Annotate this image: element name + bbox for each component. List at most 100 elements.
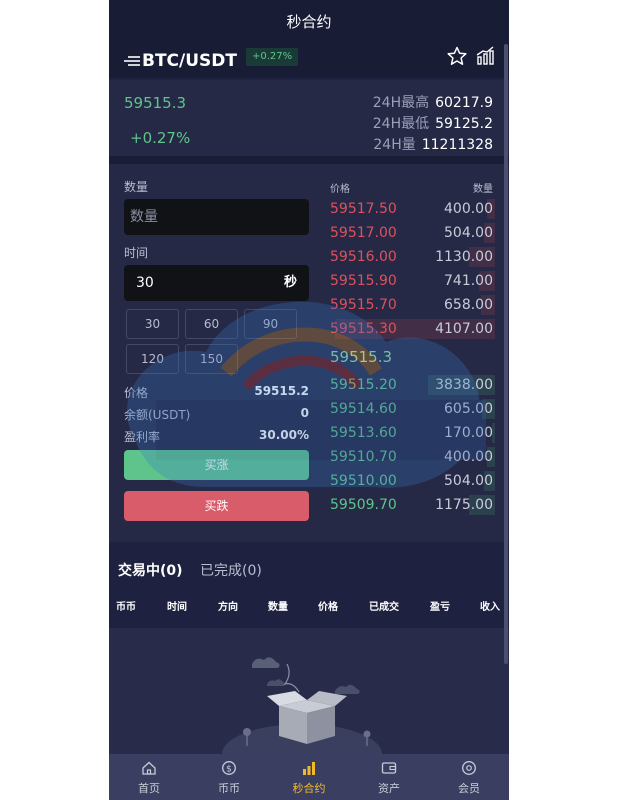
nav-home[interactable]: 首页 bbox=[109, 754, 189, 800]
ask-quantity: 741.00 bbox=[444, 273, 493, 289]
ticker-panel: 59515.3 +0.27% 24H最高 60217.9 24H最低 59125.2… bbox=[109, 80, 509, 156]
col-quantity: 数量 bbox=[268, 602, 288, 613]
buy-up-button[interactable]: 买涨 bbox=[124, 450, 309, 480]
col-coin: 币币 bbox=[116, 602, 136, 613]
time-option-60[interactable]: 60 bbox=[185, 309, 238, 339]
home-icon bbox=[142, 761, 156, 775]
ask-row[interactable]: 59517.50 400.00 bbox=[328, 198, 495, 220]
stat-24h-high-label: 24H最高 bbox=[372, 95, 430, 111]
nav-seconds-contract[interactable]: 秒合约 bbox=[269, 754, 349, 800]
pair-name[interactable]: BTC/USDT bbox=[142, 47, 237, 75]
bid-row[interactable]: 59510.70 400.00 bbox=[328, 446, 495, 468]
stat-24h-low-label: 24H最低 bbox=[372, 116, 430, 132]
balance-label: 余额(USDT) bbox=[124, 408, 191, 422]
balance-value: 0 bbox=[300, 406, 309, 420]
current-price: 59515.3 bbox=[124, 94, 187, 112]
orderbook-qty-header: 数量 bbox=[473, 184, 493, 195]
col-income: 收入 bbox=[480, 602, 500, 613]
profit-rate-row: 盈利率 30.00% bbox=[124, 428, 309, 445]
ask-price: 59515.70 bbox=[330, 297, 397, 313]
orders-empty-state bbox=[109, 628, 509, 756]
stat-24h-high-value: 60217.9 bbox=[435, 95, 493, 111]
bid-price: 59510.00 bbox=[330, 473, 397, 489]
stat-24h-high: 24H最高 60217.9 bbox=[373, 92, 493, 112]
ask-price: 59515.90 bbox=[330, 273, 397, 289]
tab-trading[interactable]: 交易中(0) bbox=[118, 560, 183, 580]
bid-quantity: 504.00 bbox=[444, 473, 493, 489]
pair-bar: BTC/USDT +0.27% bbox=[109, 44, 509, 78]
profit-rate-label: 盈利率 bbox=[124, 430, 161, 444]
price-label: 价格 bbox=[124, 386, 149, 400]
col-time: 时间 bbox=[167, 602, 187, 613]
time-option-90[interactable]: 90 bbox=[244, 309, 297, 339]
bid-price: 59514.60 bbox=[330, 401, 397, 417]
pair-change-badge: +0.27% bbox=[246, 48, 299, 66]
pair-menu-icon[interactable] bbox=[124, 53, 140, 69]
stat-24h-low-value: 59125.2 bbox=[435, 116, 493, 132]
tab-completed[interactable]: 已完成(0) bbox=[200, 560, 262, 580]
ask-quantity: 1130.00 bbox=[435, 249, 493, 265]
ask-row[interactable]: 59517.00 504.00 bbox=[328, 222, 495, 244]
quantity-field-box bbox=[124, 199, 309, 235]
bid-quantity: 3838.00 bbox=[435, 377, 493, 393]
star-icon[interactable] bbox=[447, 46, 467, 66]
time-input[interactable] bbox=[124, 265, 264, 301]
stat-24h-volume-label: 24H量 bbox=[373, 137, 416, 153]
orderbook-price-header: 价格 bbox=[330, 184, 350, 195]
nav-assets[interactable]: 资产 bbox=[349, 754, 429, 800]
bid-quantity: 400.00 bbox=[444, 449, 493, 465]
ask-row[interactable]: 59516.00 1130.00 bbox=[328, 246, 495, 268]
col-price: 价格 bbox=[318, 602, 338, 613]
time-unit: 秒 bbox=[283, 275, 297, 290]
ask-row[interactable]: 59515.70 658.00 bbox=[328, 294, 495, 316]
ask-price: 59517.00 bbox=[330, 225, 397, 241]
price-value: 59515.2 bbox=[254, 384, 309, 398]
nav-seconds-contract-label: 秒合约 bbox=[292, 782, 326, 795]
bid-quantity: 170.00 bbox=[444, 425, 493, 441]
bid-price: 59515.20 bbox=[330, 377, 397, 393]
bid-quantity: 1175.00 bbox=[435, 497, 493, 513]
scrollbar[interactable] bbox=[504, 44, 508, 664]
balance-row: 余额(USDT) 0 bbox=[124, 406, 309, 423]
time-option-150[interactable]: 150 bbox=[185, 344, 238, 374]
nav-home-label: 首页 bbox=[138, 782, 160, 795]
quantity-input[interactable] bbox=[124, 199, 264, 235]
time-field-box: 秒 bbox=[124, 265, 309, 301]
bid-row[interactable]: 59510.00 504.00 bbox=[328, 470, 495, 492]
nav-coin-label: 币币 bbox=[218, 782, 240, 795]
bid-row[interactable]: 59509.70 1175.00 bbox=[328, 494, 495, 516]
orders-section: 交易中(0) 已完成(0) 币币 时间 方向 数量 价格 已成交 盈亏 收入 bbox=[109, 550, 509, 630]
bid-quantity: 605.00 bbox=[444, 401, 493, 417]
bid-price: 59513.60 bbox=[330, 425, 397, 441]
bottom-nav: 首页 $ 币币 秒合约 资产 会员 bbox=[109, 754, 509, 800]
ask-price: 59517.50 bbox=[330, 201, 397, 217]
nav-coin[interactable]: $ 币币 bbox=[189, 754, 269, 800]
wallet-icon bbox=[381, 762, 397, 774]
time-option-30[interactable]: 30 bbox=[126, 309, 179, 339]
ask-quantity: 400.00 bbox=[444, 201, 493, 217]
price-change: +0.27% bbox=[130, 129, 191, 147]
ask-quantity: 658.00 bbox=[444, 297, 493, 313]
kline-chart-icon[interactable] bbox=[475, 46, 495, 66]
stat-24h-volume: 24H量 11211328 bbox=[373, 134, 493, 154]
bid-row[interactable]: 59515.20 3838.00 bbox=[328, 374, 495, 396]
ask-row[interactable]: 59515.30 4107.00 bbox=[328, 318, 495, 340]
time-option-120[interactable]: 120 bbox=[126, 344, 179, 374]
trade-panel: 数量 时间 秒 30 60 90 120 150 价格 59515.2 余额(U… bbox=[109, 164, 509, 542]
buy-down-button[interactable]: 买跌 bbox=[124, 491, 309, 521]
bid-row[interactable]: 59514.60 605.00 bbox=[328, 398, 495, 420]
price-row: 价格 59515.2 bbox=[124, 384, 309, 401]
ask-row[interactable]: 59515.90 741.00 bbox=[328, 270, 495, 292]
coin-icon: $ bbox=[222, 761, 236, 775]
svg-text:$: $ bbox=[226, 765, 232, 775]
page-title: 秒合约 bbox=[109, 0, 509, 44]
col-filled: 已成交 bbox=[369, 602, 399, 613]
stat-24h-low: 24H最低 59125.2 bbox=[373, 113, 493, 133]
nav-member[interactable]: 会员 bbox=[429, 754, 509, 800]
member-icon bbox=[462, 761, 476, 775]
orders-table-header: 币币 时间 方向 数量 价格 已成交 盈亏 收入 bbox=[109, 598, 509, 626]
bid-row[interactable]: 59513.60 170.00 bbox=[328, 422, 495, 444]
nav-member-label: 会员 bbox=[458, 782, 480, 795]
ask-price: 59516.00 bbox=[330, 249, 397, 265]
profit-rate-value: 30.00% bbox=[259, 428, 309, 442]
